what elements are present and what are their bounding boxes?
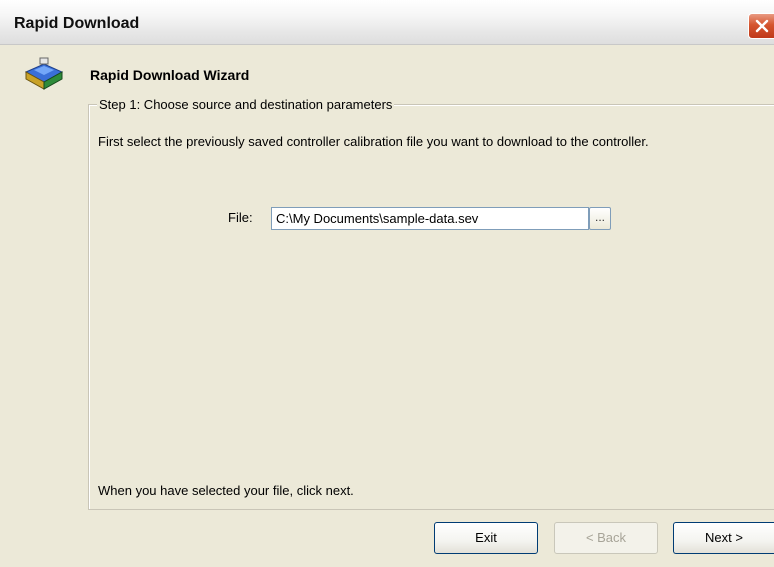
close-icon [755,19,769,33]
browse-button[interactable]: ... [589,207,611,230]
window-title: Rapid Download [14,15,140,32]
chip-download-icon [22,56,66,92]
footer-hint: When you have selected your file, click … [98,483,354,498]
next-button[interactable]: Next > [673,522,774,554]
file-path-input[interactable] [271,207,589,230]
file-label: File: [228,210,253,225]
wizard-title: Rapid Download Wizard [90,67,250,83]
intro-text: First select the previously saved contro… [98,134,649,149]
close-button[interactable] [748,13,774,39]
step-legend: Step 1: Choose source and destination pa… [97,97,395,113]
back-button[interactable]: < Back [554,522,658,554]
title-bar[interactable]: Rapid Download [0,0,774,45]
exit-button[interactable]: Exit [434,522,538,554]
step-group-box [88,104,774,510]
